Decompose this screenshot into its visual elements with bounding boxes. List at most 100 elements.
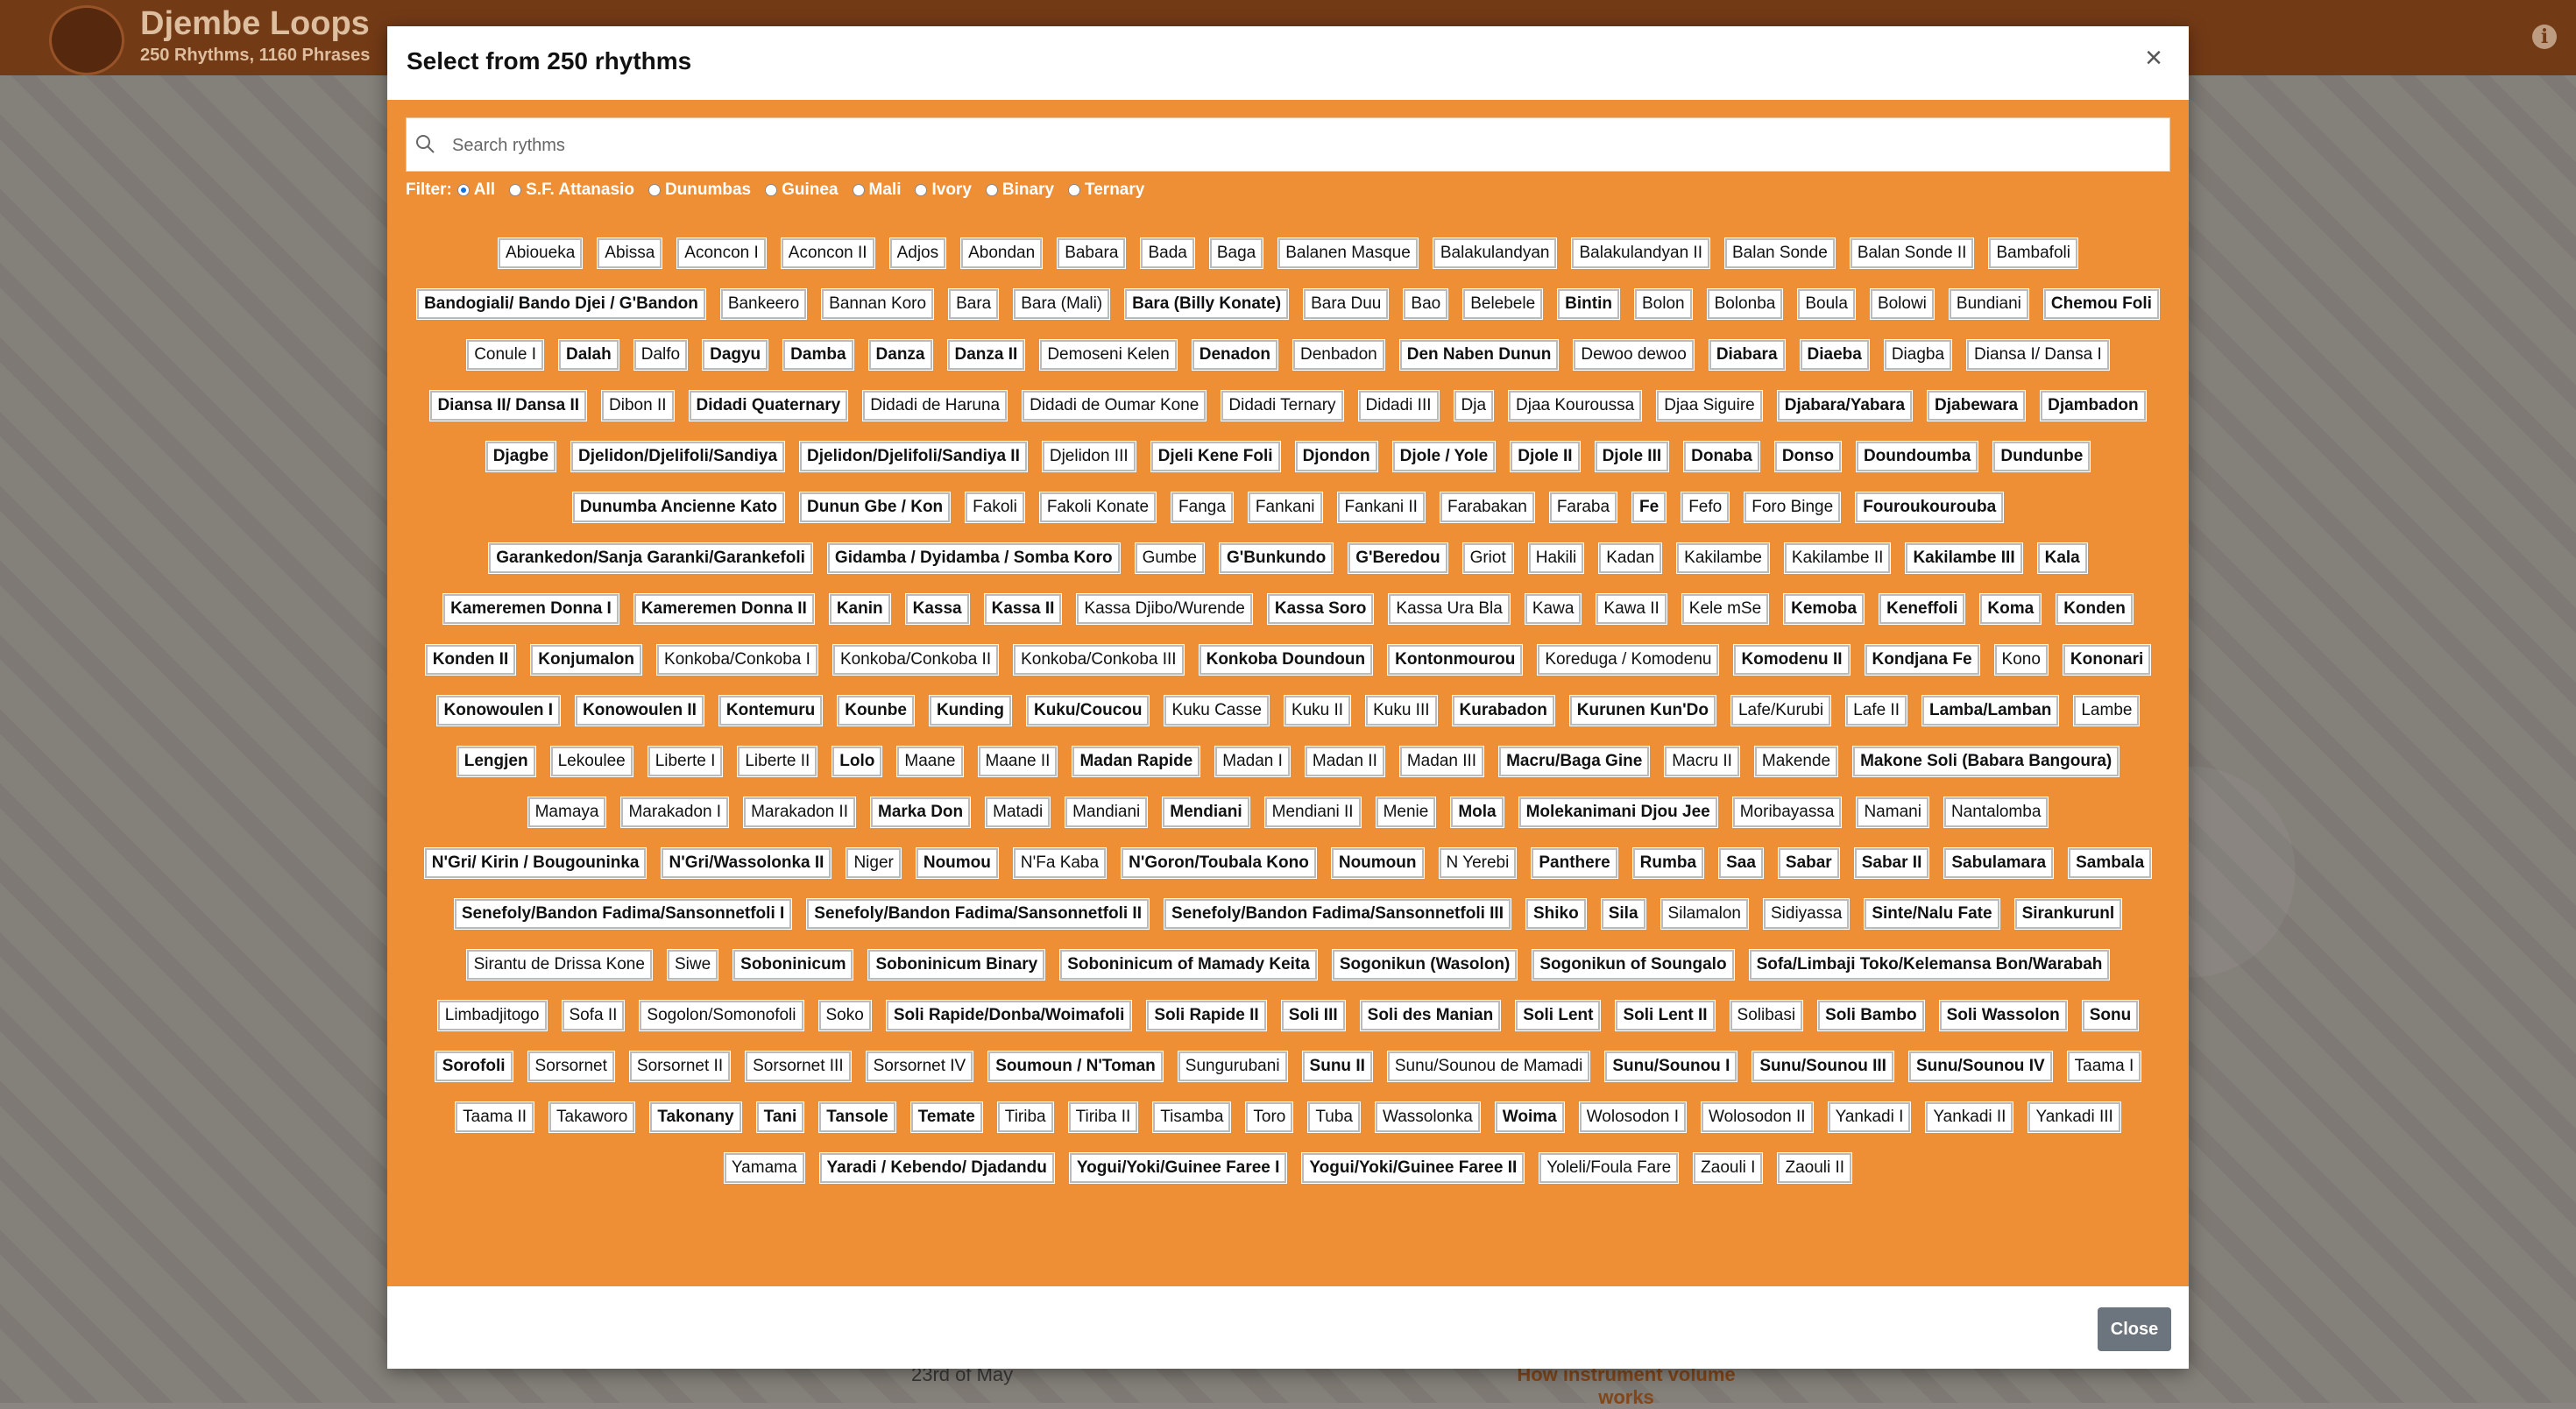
rhythm-button[interactable]: Toro bbox=[1245, 1101, 1294, 1133]
rhythm-button[interactable]: Donso bbox=[1773, 441, 1842, 472]
rhythm-button[interactable]: N'Gri/ Kirin / Bougouninka bbox=[423, 847, 648, 879]
rhythm-button[interactable]: Sorsornet III bbox=[745, 1051, 852, 1082]
rhythm-button[interactable]: Djabara/Yabara bbox=[1776, 390, 1914, 421]
rhythm-button[interactable]: Dundunbe bbox=[1992, 441, 2091, 472]
rhythm-button[interactable]: Bara Duu bbox=[1303, 288, 1390, 320]
rhythm-button[interactable]: Kuku III bbox=[1365, 695, 1438, 726]
rhythm-button[interactable]: Abioueka bbox=[498, 237, 584, 269]
rhythm-button[interactable]: Griot bbox=[1461, 542, 1514, 574]
rhythm-button[interactable]: Limbadjitogo bbox=[436, 1000, 548, 1031]
rhythm-button[interactable]: Kameremen Donna I bbox=[442, 593, 619, 625]
rhythm-button[interactable]: Mendiani bbox=[1162, 797, 1250, 828]
rhythm-button[interactable]: Kakilambe II bbox=[1783, 542, 1892, 574]
rhythm-button[interactable]: Sogonikun (Wasolon) bbox=[1331, 949, 1518, 981]
rhythm-button[interactable]: Dalfo bbox=[633, 339, 689, 371]
rhythm-button[interactable]: N'Goron/Toubala Kono bbox=[1121, 847, 1317, 879]
filter-option[interactable]: S.F. Attanasio bbox=[509, 181, 634, 200]
rhythm-button[interactable]: Balan Sonde II bbox=[1849, 237, 1975, 269]
rhythm-button[interactable]: Mamaya bbox=[527, 797, 607, 828]
rhythm-button[interactable]: Tisamba bbox=[1152, 1101, 1232, 1133]
rhythm-button[interactable]: Djole III bbox=[1594, 441, 1670, 472]
rhythm-button[interactable]: Didadi de Haruna bbox=[862, 390, 1008, 421]
rhythm-button[interactable]: Zaouli I bbox=[1693, 1152, 1764, 1184]
rhythm-button[interactable]: Doundoumba bbox=[1855, 441, 1979, 472]
rhythm-button[interactable]: Djeli Kene Foli bbox=[1150, 441, 1281, 472]
rhythm-button[interactable]: Sofa II bbox=[561, 1000, 626, 1031]
rhythm-button[interactable]: Bannan Koro bbox=[821, 288, 935, 320]
rhythm-button[interactable]: Fakoli Konate bbox=[1038, 492, 1157, 523]
rhythm-button[interactable]: Diabara bbox=[1708, 339, 1786, 371]
rhythm-button[interactable]: Madan II bbox=[1304, 746, 1385, 777]
rhythm-button[interactable]: Kononari bbox=[2062, 644, 2152, 676]
rhythm-button[interactable]: Bao bbox=[1403, 288, 1449, 320]
rhythm-button[interactable]: Sidiyassa bbox=[1762, 898, 1851, 930]
rhythm-button[interactable]: Wassolonka bbox=[1374, 1101, 1481, 1133]
rhythm-button[interactable]: Danza bbox=[867, 339, 933, 371]
rhythm-button[interactable]: Sofa/Limbaji Toko/Kelemansa Bon/Warabah bbox=[1748, 949, 2111, 981]
rhythm-button[interactable]: Lambe bbox=[2073, 695, 2141, 726]
rhythm-button[interactable]: Yogui/Yoki/Guinee Faree II bbox=[1301, 1152, 1525, 1184]
rhythm-button[interactable]: Diansa I/ Dansa I bbox=[1966, 339, 2110, 371]
rhythm-button[interactable]: Didadi Ternary bbox=[1221, 390, 1344, 421]
rhythm-button[interactable]: Lafe/Kurubi bbox=[1730, 695, 1832, 726]
rhythm-button[interactable]: Kono bbox=[1993, 644, 2049, 676]
rhythm-button[interactable]: Sorofoli bbox=[434, 1051, 513, 1082]
rhythm-button[interactable]: Makone Soli (Babara Bangoura) bbox=[1852, 746, 2120, 777]
rhythm-button[interactable]: Lamba/Lamban bbox=[1921, 695, 2060, 726]
rhythm-button[interactable]: Didadi Quaternary bbox=[688, 390, 849, 421]
rhythm-button[interactable]: Madan Rapide bbox=[1072, 746, 1201, 777]
rhythm-button[interactable]: Marakadon II bbox=[743, 797, 856, 828]
rhythm-button[interactable]: Soli Wassolon bbox=[1938, 1000, 2068, 1031]
rhythm-button[interactable]: Djelidon/Djelifoli/Sandiya bbox=[570, 441, 786, 472]
rhythm-button[interactable]: Marakadon I bbox=[620, 797, 730, 828]
rhythm-button[interactable]: Garankedon/Sanja Garanki/Garankefoli bbox=[488, 542, 813, 574]
rhythm-button[interactable]: Konkoba/Conkoba III bbox=[1013, 644, 1185, 676]
rhythm-button[interactable]: Danza II bbox=[946, 339, 1026, 371]
rhythm-button[interactable]: Kontonmourou bbox=[1387, 644, 1524, 676]
rhythm-button[interactable]: Yaradi / Kebendo/ Djadandu bbox=[818, 1152, 1055, 1184]
rhythm-button[interactable]: Niger bbox=[846, 847, 902, 879]
rhythm-button[interactable]: Nantalomba bbox=[1943, 797, 2049, 828]
rhythm-button[interactable]: Soli des Manian bbox=[1359, 1000, 1502, 1031]
rhythm-button[interactable]: Bolon bbox=[1633, 288, 1693, 320]
rhythm-button[interactable]: Djelidon III bbox=[1041, 441, 1136, 472]
rhythm-button[interactable]: N'Fa Kaba bbox=[1012, 847, 1108, 879]
rhythm-button[interactable]: Fankani bbox=[1247, 492, 1323, 523]
rhythm-button[interactable]: Balakulandyan bbox=[1432, 237, 1558, 269]
rhythm-button[interactable]: Boula bbox=[1797, 288, 1856, 320]
rhythm-button[interactable]: Mola bbox=[1450, 797, 1504, 828]
rhythm-button[interactable]: G'Bunkundo bbox=[1218, 542, 1334, 574]
filter-option[interactable]: All bbox=[456, 181, 495, 200]
rhythm-button[interactable]: Sirantu de Drissa Kone bbox=[465, 949, 653, 981]
rhythm-button[interactable]: Konkoba/Conkoba II bbox=[832, 644, 1000, 676]
rhythm-button[interactable]: Sonu bbox=[2081, 1000, 2140, 1031]
rhythm-button[interactable]: Silamalon bbox=[1660, 898, 1749, 930]
rhythm-button[interactable]: Djaa Kouroussa bbox=[1508, 390, 1643, 421]
rhythm-button[interactable]: Madan I bbox=[1214, 746, 1291, 777]
rhythm-button[interactable]: Tansole bbox=[818, 1101, 896, 1133]
rhythm-button[interactable]: Konowoulen I bbox=[435, 695, 562, 726]
rhythm-button[interactable]: Woima bbox=[1494, 1101, 1565, 1133]
rhythm-button[interactable]: Djambadon bbox=[2040, 390, 2147, 421]
rhythm-button[interactable]: G'Beredou bbox=[1348, 542, 1448, 574]
rhythm-button[interactable]: Kawa bbox=[1524, 593, 1582, 625]
radio-button[interactable] bbox=[648, 184, 661, 196]
rhythm-button[interactable]: Aconcon II bbox=[780, 237, 875, 269]
rhythm-button[interactable]: Macru/Baga Gine bbox=[1498, 746, 1651, 777]
rhythm-button[interactable]: Sogolon/Somonofoli bbox=[639, 1000, 804, 1031]
filter-option[interactable]: Guinea bbox=[765, 181, 839, 200]
rhythm-button[interactable]: Takaworo bbox=[548, 1101, 636, 1133]
rhythm-button[interactable]: Bundiani bbox=[1948, 288, 2029, 320]
rhythm-button[interactable]: Dja bbox=[1453, 390, 1495, 421]
rhythm-button[interactable]: Sunu/Sounou I bbox=[1604, 1051, 1738, 1082]
rhythm-button[interactable]: Yoleli/Foula Fare bbox=[1539, 1152, 1680, 1184]
rhythm-button[interactable]: Sirankurunl bbox=[2013, 898, 2123, 930]
rhythm-button[interactable]: Sunu II bbox=[1301, 1051, 1373, 1082]
rhythm-button[interactable]: Fakoli bbox=[965, 492, 1025, 523]
rhythm-button[interactable]: Kakilambe bbox=[1676, 542, 1770, 574]
rhythm-button[interactable]: Kontemuru bbox=[718, 695, 824, 726]
rhythm-button[interactable]: Djondon bbox=[1294, 441, 1378, 472]
rhythm-button[interactable]: Kemoba bbox=[1783, 593, 1865, 625]
rhythm-button[interactable]: Moribayassa bbox=[1731, 797, 1843, 828]
rhythm-button[interactable]: Sambala bbox=[2068, 847, 2153, 879]
